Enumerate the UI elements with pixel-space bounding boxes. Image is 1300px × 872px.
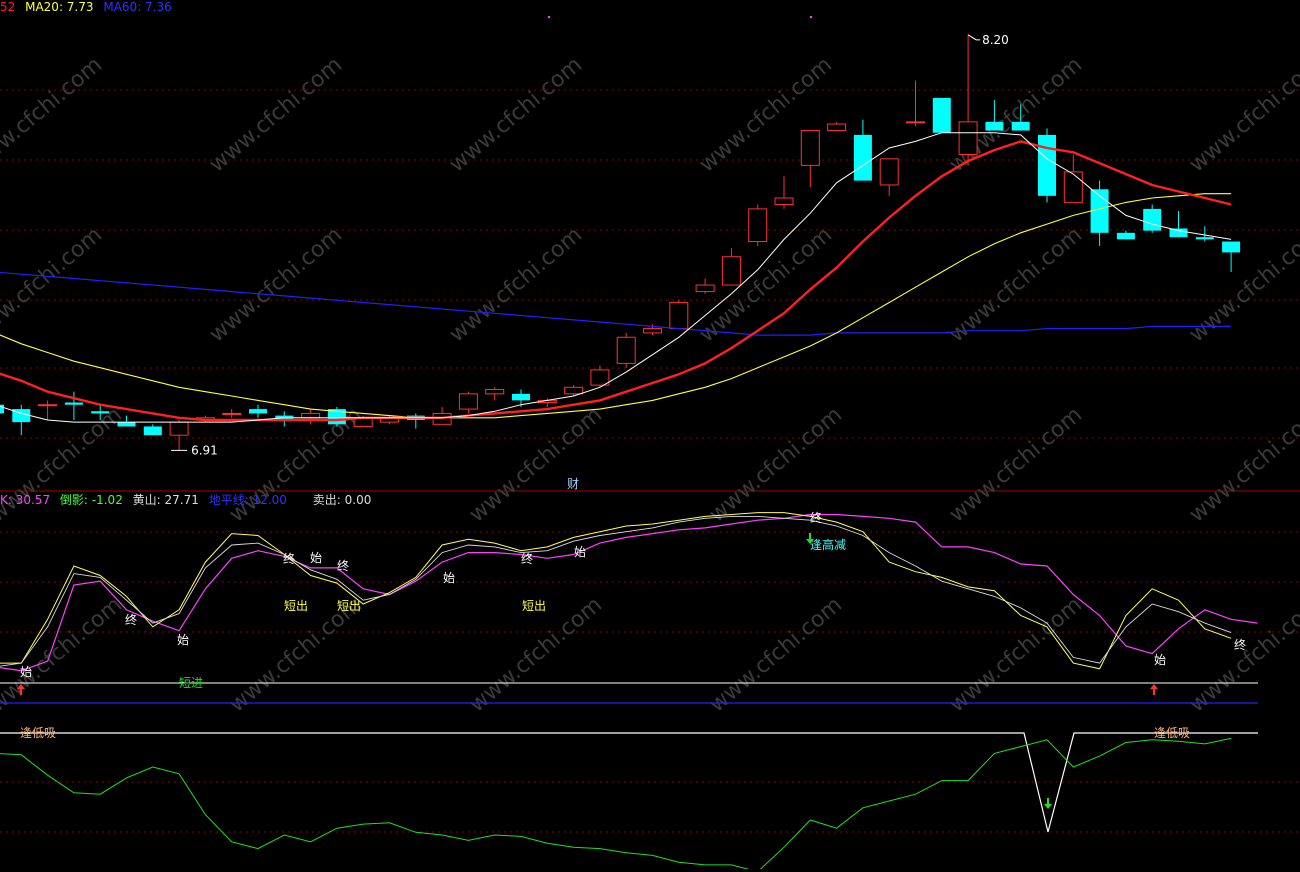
candle-body-down <box>143 426 162 436</box>
candle-body-down <box>985 121 1004 131</box>
watermark-text: www.cfchi.com <box>445 222 587 347</box>
ma60-header-item: MA60: 7.36 <box>103 0 172 14</box>
high-price-label: 8.20 <box>982 33 1009 47</box>
signal-end: 终 <box>337 558 349 573</box>
huangshan-value: 黄山: 27.71 <box>132 493 199 507</box>
signal-short-in: 短进 <box>179 676 203 690</box>
candle-body-up <box>774 197 794 206</box>
signal-start: 始 <box>20 665 32 679</box>
candle-body-up <box>1063 171 1083 203</box>
signal-end: 终 <box>521 551 533 566</box>
watermark-text: www.cfchi.com <box>705 402 847 527</box>
candle-body-down <box>249 409 267 414</box>
watermark-text: www.cfchi.com <box>0 592 127 717</box>
candle-body-down <box>853 134 872 181</box>
candle-body-down <box>1038 134 1056 196</box>
candle-body-up <box>485 388 505 395</box>
candle-body-up <box>748 208 768 243</box>
candle-body-down <box>1222 241 1241 253</box>
candle-body-up <box>721 256 741 286</box>
sell-arrow-icon <box>1044 798 1052 809</box>
candle-body-up <box>958 121 978 155</box>
watermark-text: www.cfchi.com <box>0 222 107 347</box>
watermark-text: www.cfchi.com <box>945 402 1087 527</box>
signal-start: 始 <box>574 545 586 559</box>
candle-body-down <box>64 402 83 405</box>
k-value: K: 30.57 <box>0 493 51 507</box>
signal-end: 终 <box>810 510 822 525</box>
signal-start: 始 <box>310 551 322 565</box>
signal-short-out: 短出 <box>337 599 361 613</box>
candle-body-up <box>879 158 899 186</box>
watermark-text: www.cfchi.com <box>445 52 587 177</box>
low-price-label: 6.91 <box>191 443 218 457</box>
watermark-text: www.cfchi.com <box>1185 52 1300 177</box>
candle-body-down <box>1169 228 1188 238</box>
watermark-text: www.cfchi.com <box>1185 402 1300 527</box>
candle-body-down <box>1011 121 1030 131</box>
signal-low-buy: 逢低吸 <box>1154 726 1190 740</box>
candle-body-up <box>669 301 689 330</box>
high-marker <box>967 34 981 41</box>
watermark-text: www.cfchi.com <box>705 592 847 717</box>
main-chart-header: 52 MA20: 7.73 MA60: 7.36 <box>0 0 172 14</box>
candle-body-down <box>932 97 951 133</box>
candle-body-down <box>512 393 530 401</box>
candle-body-down <box>1195 237 1214 240</box>
maichu-value: 卖出: 0.00 <box>312 493 372 507</box>
candle-body-up <box>827 123 847 132</box>
candle-body-up <box>800 130 820 166</box>
ma20-header-item: MA20: 7.73 <box>25 0 94 14</box>
marker-dot <box>810 16 812 18</box>
candle-body-up <box>301 412 321 419</box>
dipingxian-value: 地平线: 12.00 <box>208 493 287 507</box>
candle-body-down <box>117 422 136 427</box>
ma60-line <box>0 271 1232 336</box>
candle-body-down <box>91 411 110 414</box>
ma-header-item: 52 <box>0 0 16 14</box>
signal-end: 终 <box>125 612 137 627</box>
candle-body-up <box>169 421 189 436</box>
signal-low-buy: 逢低吸 <box>20 726 56 740</box>
watermark-text: www.cfchi.com <box>465 402 607 527</box>
watermark-text: www.cfchi.com <box>205 52 347 177</box>
signal-end: 终 <box>1234 637 1246 652</box>
candle-body-down <box>1116 232 1135 240</box>
candle-body-down <box>1143 208 1162 231</box>
buy-arrow-icon <box>1150 684 1158 695</box>
candle-body-up <box>458 393 478 410</box>
candle-body-up <box>906 121 925 124</box>
watermark-text: www.cfchi.com <box>0 52 107 177</box>
marker-dot <box>548 16 550 18</box>
chart-stage: www.cfchi.com www.cfchi.com www.cfchi.com w… <box>0 0 1300 872</box>
candle-body-up <box>616 336 636 364</box>
candle-body-up <box>38 404 58 407</box>
candle-body-up <box>695 284 715 293</box>
signal-short-out: 短出 <box>284 599 308 613</box>
signal-high-reduce: 逢高减 <box>810 537 846 552</box>
signal-start: 始 <box>177 633 189 647</box>
candle-body-up <box>590 369 610 386</box>
candle-body-up <box>222 412 242 415</box>
indicator-header: K: 30.57 倒影: -1.02 黄山: 27.71 地平线: 12.00 … <box>0 493 371 507</box>
green-line <box>0 737 1232 872</box>
stock-chart-svg: www.cfchi.com www.cfchi.com www.cfchi.com w… <box>0 16 1300 872</box>
cai-label: 财 <box>567 477 579 491</box>
candle-body-up <box>643 328 662 334</box>
daoying-value: 倒影: -1.02 <box>59 493 123 507</box>
signal-short-out: 短出 <box>522 599 546 613</box>
watermark-text: www.cfchi.com <box>1185 222 1300 347</box>
signal-start: 始 <box>1154 653 1166 667</box>
signal-start: 始 <box>443 571 455 585</box>
watermark-text: www.cfchi.com <box>205 222 347 347</box>
watermark-text: www.cfchi.com <box>945 52 1087 177</box>
ma20-line <box>0 193 1232 419</box>
signal-end: 终 <box>283 551 295 566</box>
candle-body-up <box>564 386 584 395</box>
